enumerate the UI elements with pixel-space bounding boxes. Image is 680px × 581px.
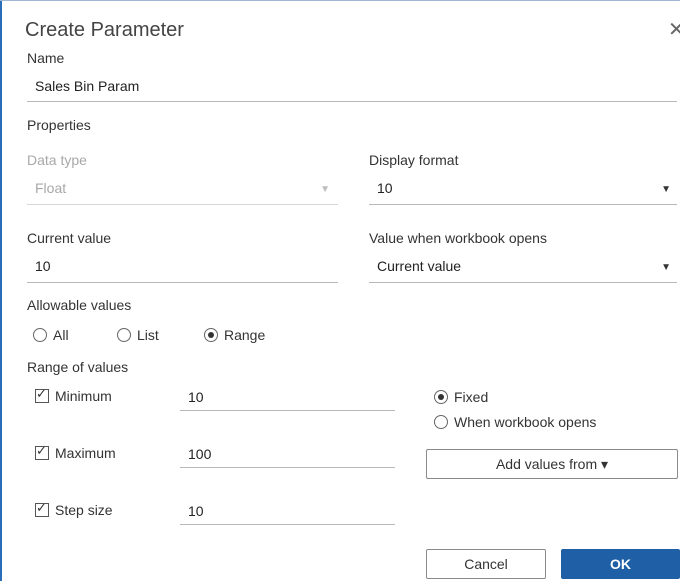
properties-heading: Properties [27,117,91,133]
radio-all[interactable]: All [33,326,69,343]
caret-down-icon: ▼ [320,184,330,195]
name-input[interactable]: Sales Bin Param [27,78,677,102]
check-icon: ✓ [36,500,47,516]
step-size-check-box[interactable]: ✓ [35,500,49,518]
step-size-value: 10 [188,503,204,519]
current-value-label: Current value [27,230,112,246]
radio-when-workbook-opens-circle[interactable] [434,415,448,430]
radio-list-circle[interactable] [117,328,131,343]
display-format-value: 10 [377,180,393,196]
add-values-from-button[interactable]: Add values from ▾ [426,449,678,479]
current-value-input[interactable]: 10 [27,258,338,283]
maximum-label: Maximum [55,445,116,462]
check-icon: ✓ [36,386,47,402]
step-size-input[interactable]: 10 [180,503,395,525]
minimum-label: Minimum [55,388,112,405]
radio-when-workbook-opens-label: When workbook opens [454,414,597,431]
range-of-values-label: Range of values [27,359,129,375]
check-icon: ✓ [36,443,47,459]
caret-down-icon: ▼ [661,262,671,273]
dialog-title: Create Parameter [25,19,184,41]
name-input-value: Sales Bin Param [35,78,140,94]
radio-range-circle[interactable] [204,328,218,343]
dialog-border [0,0,2,581]
radio-fixed-circle[interactable] [434,390,448,405]
radio-range-label: Range [224,327,266,344]
radio-all-label: All [53,327,69,344]
radio-list-label: List [137,327,159,344]
data-type-value: Float [35,180,67,196]
maximum-input[interactable]: 100 [180,446,395,468]
radio-range[interactable]: Range [204,326,265,343]
radio-all-circle[interactable] [33,328,47,343]
step-size-checkbox[interactable]: ✓ Step size [35,500,113,519]
name-label: Name [27,50,65,66]
minimum-value: 10 [188,389,204,405]
data-type-label: Data type [27,152,87,168]
caret-down-icon: ▼ [661,184,671,195]
maximum-checkbox[interactable]: ✓ Maximum [35,443,116,462]
radio-fixed[interactable]: Fixed [434,388,488,405]
display-format-label: Display format [369,152,459,168]
step-size-label: Step size [55,502,113,519]
minimum-checkbox[interactable]: ✓ Minimum [35,386,112,405]
radio-fixed-label: Fixed [454,389,489,406]
value-when-opens-value: Current value [377,258,462,274]
data-type-select: Float ▼ [27,180,338,205]
cancel-button[interactable]: Cancel [426,549,546,579]
minimum-check-box[interactable]: ✓ [35,386,49,404]
current-value-text: 10 [35,258,51,274]
dialog-border-top [0,0,680,1]
maximum-check-box[interactable]: ✓ [35,443,49,461]
display-format-select[interactable]: 10 ▼ [369,180,677,205]
value-when-opens-label: Value when workbook opens [369,230,547,246]
value-when-opens-select[interactable]: Current value ▼ [369,258,677,283]
minimum-input[interactable]: 10 [180,389,395,411]
radio-list[interactable]: List [117,326,159,343]
allowable-values-label: Allowable values [27,297,132,313]
close-icon[interactable]: ✕ [668,17,680,42]
radio-when-workbook-opens[interactable]: When workbook opens [434,413,596,430]
ok-button[interactable]: OK [561,549,680,579]
maximum-value: 100 [188,446,212,462]
